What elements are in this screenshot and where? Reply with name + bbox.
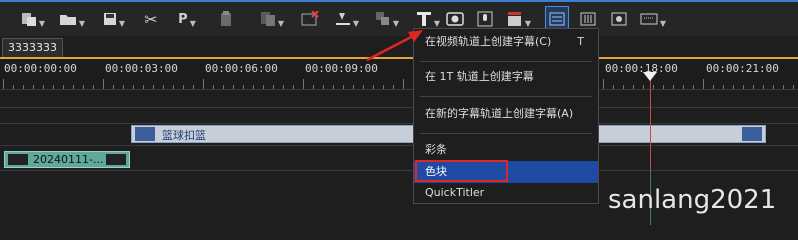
watermark: sanlang2021 [608,185,777,215]
